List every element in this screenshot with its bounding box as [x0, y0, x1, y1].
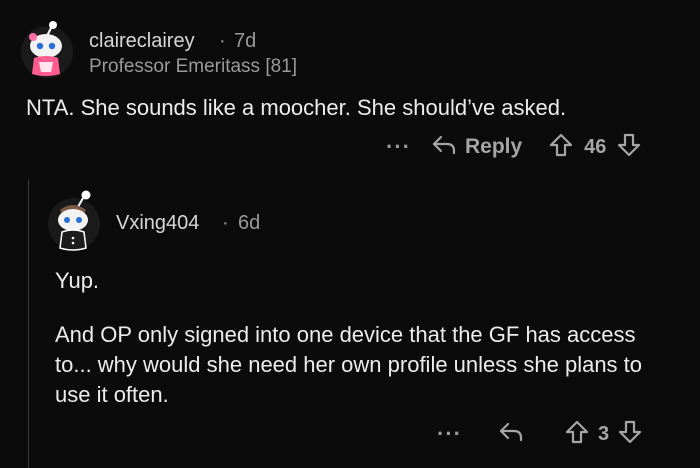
separator-dot: · [222, 212, 229, 234]
user-avatar[interactable] [21, 21, 73, 78]
comment-body: NTA. She sounds like a moocher. She shou… [26, 95, 567, 120]
reply-body-line1: Yup. [55, 268, 100, 293]
comment-thread: claireclairey · 7d Professor Emeritass [… [0, 0, 700, 468]
more-options-button[interactable]: ··· [437, 423, 462, 445]
vote-score: 3 [597, 422, 610, 445]
reply-body-paragraph: And OP only signed into one device that … [55, 322, 643, 407]
downvote-icon[interactable] [616, 132, 642, 163]
reply-username[interactable]: Vxing404 [116, 212, 199, 235]
username[interactable]: claireclairey [89, 30, 195, 53]
vote-score: 46 [584, 135, 607, 158]
more-options-button[interactable]: ··· [386, 136, 411, 158]
reply-user-avatar[interactable] [48, 190, 100, 251]
snoo-avatar-icon [29, 21, 62, 76]
reply-arrow-icon[interactable] [498, 421, 524, 448]
separator-dot: · [219, 30, 226, 52]
reply-button[interactable]: Reply [465, 135, 522, 159]
reply-age: 6d [238, 212, 261, 234]
comment-actions: ··· Reply 46 [386, 132, 642, 162]
comment-age: 7d [234, 30, 257, 52]
reply-actions: ··· 3 [437, 419, 643, 449]
user-flair: Professor Emeritass [81] [89, 56, 298, 77]
snoo-avatar-icon [58, 190, 91, 251]
downvote-icon[interactable] [617, 419, 643, 450]
upvote-icon[interactable] [564, 419, 590, 450]
thread-line[interactable] [28, 180, 29, 468]
reply-arrow-icon [431, 134, 457, 161]
upvote-icon[interactable] [548, 132, 574, 163]
